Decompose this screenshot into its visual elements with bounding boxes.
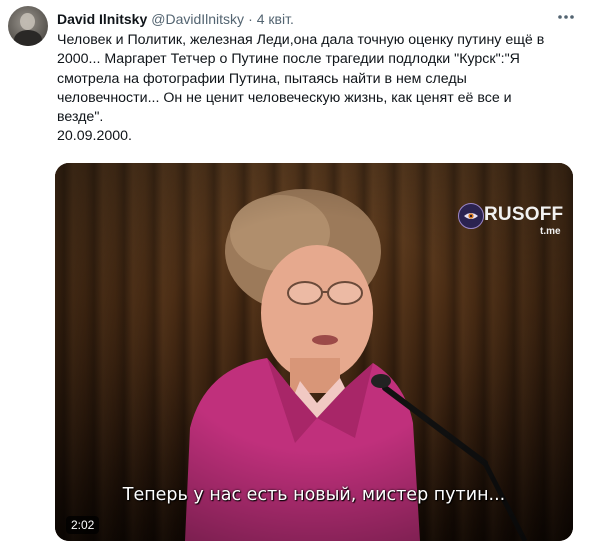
more-options-button[interactable] <box>553 4 579 30</box>
tweet-text-line: 2000... Маргарет Тетчер о Путине после т… <box>57 51 520 68</box>
tweet-card: David Ilnitsky @DavidIlnitsky · 4 квіт. … <box>0 0 594 556</box>
avatar[interactable] <box>8 6 48 46</box>
eye-icon <box>458 203 484 229</box>
video-subtitle: Теперь у нас есть новый, мистер путин... <box>122 485 506 505</box>
more-options-icon <box>558 15 574 19</box>
tweet-text-line: смотрела на фотографии Путина, пытаясь н… <box>57 70 467 87</box>
tweet-date-line: 20.09.2000. <box>57 128 132 145</box>
avatar-head-shape <box>20 13 35 30</box>
tweet-text-line: везде". <box>57 109 104 126</box>
logo-subtext: t.me <box>540 226 561 237</box>
tweet-text: Человек и Политик, железная Леди,она дал… <box>57 31 587 147</box>
avatar-shoulders-shape <box>14 30 42 46</box>
author-name[interactable]: David Ilnitsky <box>57 11 147 27</box>
tweet-text-line: Человек и Политик, железная Леди,она дал… <box>57 32 545 48</box>
video-duration-badge: 2:02 <box>66 516 100 534</box>
channel-logo: RUSOFF t.me <box>458 203 566 237</box>
logo-text: RUSOFF <box>484 204 564 225</box>
separator-dot: · <box>248 11 253 27</box>
author-handle[interactable]: @DavidIlnitsky <box>151 11 244 27</box>
video-player[interactable]: RUSOFF t.me Теперь у нас есть новый, мис… <box>55 163 573 541</box>
tweet-text-line: человечности... Он не ценит человеческую… <box>57 89 512 106</box>
tweet-header: David Ilnitsky @DavidIlnitsky · 4 квіт. <box>57 10 294 28</box>
tweet-timestamp[interactable]: 4 квіт. <box>257 11 294 27</box>
